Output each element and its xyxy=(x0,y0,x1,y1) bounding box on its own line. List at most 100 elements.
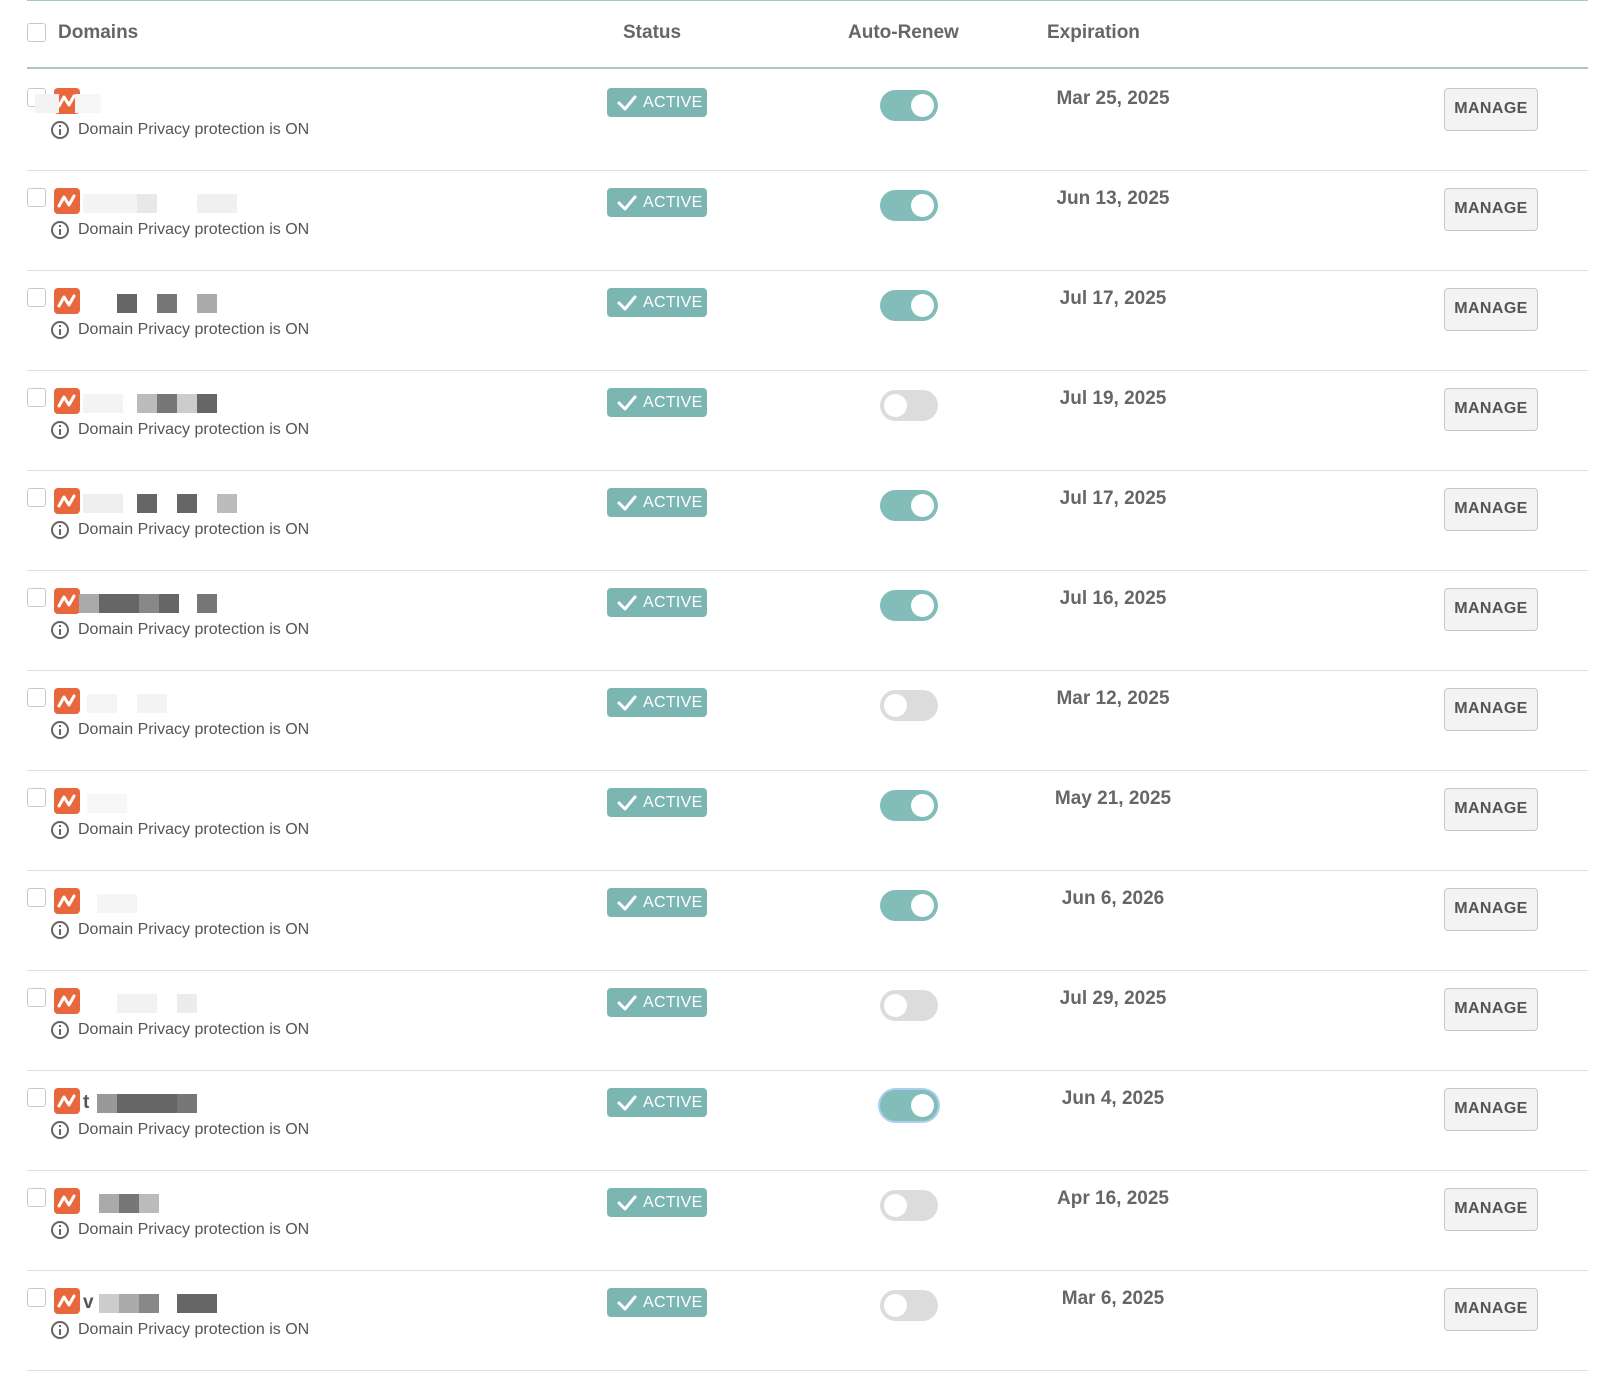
auto-renew-toggle[interactable] xyxy=(880,790,938,821)
info-icon[interactable] xyxy=(51,721,69,739)
expiration-date: Jun 13, 2025 xyxy=(1056,188,1170,209)
toggle-knob xyxy=(911,594,934,617)
header-status[interactable]: Status xyxy=(623,22,681,44)
info-icon[interactable] xyxy=(51,1321,69,1339)
auto-renew-toggle[interactable] xyxy=(880,590,938,621)
info-icon[interactable] xyxy=(51,1121,69,1139)
row-checkbox[interactable] xyxy=(27,888,46,907)
manage-button[interactable]: MANAGE xyxy=(1444,288,1538,331)
header-auto-renew[interactable]: Auto-Renew xyxy=(848,22,959,44)
manage-button[interactable]: MANAGE xyxy=(1444,888,1538,931)
check-icon xyxy=(617,495,637,511)
manage-button[interactable]: MANAGE xyxy=(1444,388,1538,431)
auto-renew-toggle[interactable] xyxy=(880,390,938,421)
status-badge: ACTIVE xyxy=(607,88,707,117)
manage-button[interactable]: MANAGE xyxy=(1444,788,1538,831)
redacted-domain-block xyxy=(117,294,137,313)
info-icon[interactable] xyxy=(51,121,69,139)
row-checkbox[interactable] xyxy=(27,1288,46,1307)
header-domains[interactable]: Domains xyxy=(58,22,138,44)
redacted-domain-block xyxy=(177,394,197,413)
info-icon[interactable] xyxy=(51,1221,69,1239)
auto-renew-toggle[interactable] xyxy=(880,990,938,1021)
brand-logo-icon xyxy=(54,288,80,314)
table-row: Domain Privacy protection is ON ACTIVE J… xyxy=(27,168,1588,271)
privacy-text: Domain Privacy protection is ON xyxy=(78,621,310,638)
status-badge: ACTIVE xyxy=(607,988,707,1017)
info-icon[interactable] xyxy=(51,521,69,539)
redacted-domain-block xyxy=(83,394,123,413)
header-expiration[interactable]: Expiration xyxy=(1047,22,1140,44)
row-checkbox[interactable] xyxy=(27,1088,46,1107)
check-icon xyxy=(617,195,637,211)
toggle-knob xyxy=(884,1294,907,1317)
row-checkbox[interactable] xyxy=(27,588,46,607)
manage-button[interactable]: MANAGE xyxy=(1444,488,1538,531)
privacy-text: Domain Privacy protection is ON xyxy=(78,821,310,838)
row-checkbox[interactable] xyxy=(27,488,46,507)
brand-logo-icon xyxy=(54,988,80,1014)
expiration-date: Jul 17, 2025 xyxy=(1059,288,1167,309)
redacted-domain-block xyxy=(99,1194,119,1213)
auto-renew-toggle[interactable] xyxy=(880,190,938,221)
info-icon[interactable] xyxy=(51,1021,69,1039)
auto-renew-toggle[interactable] xyxy=(880,1190,938,1221)
info-icon[interactable] xyxy=(51,321,69,339)
toggle-knob xyxy=(884,394,907,417)
manage-button[interactable]: MANAGE xyxy=(1444,188,1538,231)
auto-renew-toggle[interactable] xyxy=(880,690,938,721)
info-icon[interactable] xyxy=(51,421,69,439)
auto-renew-toggle[interactable] xyxy=(880,1290,938,1321)
domain-name[interactable]: v xyxy=(83,1292,94,1314)
redacted-domain-block xyxy=(137,494,157,513)
status-badge: ACTIVE xyxy=(607,788,707,817)
auto-renew-toggle[interactable] xyxy=(880,890,938,921)
manage-button[interactable]: MANAGE xyxy=(1444,1088,1538,1131)
auto-renew-toggle[interactable] xyxy=(880,490,938,521)
manage-button[interactable]: MANAGE xyxy=(1444,588,1538,631)
redacted-domain-block xyxy=(119,1294,139,1313)
manage-button[interactable]: MANAGE xyxy=(1444,1188,1538,1231)
redacted-domain-block xyxy=(177,1094,197,1113)
info-icon[interactable] xyxy=(51,821,69,839)
status-badge: ACTIVE xyxy=(607,1288,707,1317)
privacy-text: Domain Privacy protection is ON xyxy=(78,421,310,438)
redacted-domain-block xyxy=(35,94,59,113)
status-badge: ACTIVE xyxy=(607,388,707,417)
privacy-text: Domain Privacy protection is ON xyxy=(78,921,310,938)
info-icon[interactable] xyxy=(51,221,69,239)
redacted-domain-block xyxy=(87,694,117,713)
manage-button[interactable]: MANAGE xyxy=(1444,88,1538,131)
row-checkbox[interactable] xyxy=(27,788,46,807)
auto-renew-toggle[interactable] xyxy=(880,1090,938,1121)
privacy-text: Domain Privacy protection is ON xyxy=(78,1121,310,1138)
status-text: ACTIVE xyxy=(643,594,703,611)
auto-renew-toggle[interactable] xyxy=(880,290,938,321)
row-checkbox[interactable] xyxy=(27,188,46,207)
redacted-domain-block xyxy=(83,494,123,513)
row-checkbox[interactable] xyxy=(27,1188,46,1207)
status-badge: ACTIVE xyxy=(607,488,707,517)
table-row: Domain Privacy protection is ON ACTIVE M… xyxy=(27,668,1588,771)
auto-renew-toggle[interactable] xyxy=(880,90,938,121)
info-icon[interactable] xyxy=(51,921,69,939)
manage-button[interactable]: MANAGE xyxy=(1444,1288,1538,1331)
redacted-domain-block xyxy=(137,1094,177,1113)
redacted-domain-block xyxy=(139,594,159,613)
manage-button[interactable]: MANAGE xyxy=(1444,688,1538,731)
row-checkbox[interactable] xyxy=(27,688,46,707)
row-checkbox[interactable] xyxy=(27,288,46,307)
row-checkbox[interactable] xyxy=(27,988,46,1007)
info-icon[interactable] xyxy=(51,621,69,639)
table-header: Domains Status Auto-Renew Expiration xyxy=(27,0,1588,69)
brand-logo-icon xyxy=(54,888,80,914)
brand-logo-icon xyxy=(54,488,80,514)
status-badge: ACTIVE xyxy=(607,1188,707,1217)
manage-button[interactable]: MANAGE xyxy=(1444,988,1538,1031)
row-checkbox[interactable] xyxy=(27,388,46,407)
expiration-date: Jul 16, 2025 xyxy=(1059,588,1167,609)
domain-name[interactable]: t xyxy=(83,1092,89,1114)
expiration-date: Apr 16, 2025 xyxy=(1057,1188,1169,1209)
redacted-domain-block xyxy=(159,594,179,613)
select-all-checkbox[interactable] xyxy=(27,23,46,42)
